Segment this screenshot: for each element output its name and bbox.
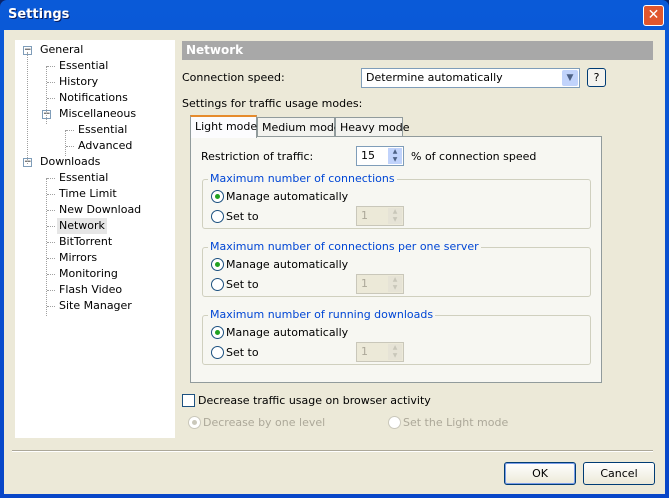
group-2: Maximum number of running downloads Mana…: [202, 308, 591, 365]
tree-item-bittorrent[interactable]: BitTorrent: [57, 234, 114, 250]
spin-down-icon[interactable]: ▼: [388, 284, 402, 292]
tree-connector: [47, 274, 55, 275]
tree-item-network[interactable]: Network: [57, 218, 107, 234]
group-title: Maximum number of connections: [208, 172, 397, 185]
set-to-spinner[interactable]: 1 ▲ ▼: [356, 274, 404, 294]
manage-automatically-label: Manage automatically: [226, 258, 349, 271]
set-to-radio[interactable]: [211, 278, 224, 291]
decrease-one-level-radio[interactable]: [188, 416, 201, 429]
tree-connector: [47, 242, 55, 243]
tree-connector: [47, 66, 55, 67]
window-title: Settings: [8, 7, 70, 22]
spin-up-icon[interactable]: ▲: [388, 148, 402, 156]
cancel-button[interactable]: Cancel: [583, 462, 655, 485]
restriction-value: 15: [361, 149, 375, 162]
modes-label: Settings for traffic usage modes:: [182, 97, 363, 110]
manage-automatically-radio[interactable]: [211, 326, 224, 339]
set-to-spinner[interactable]: 1 ▲ ▼: [356, 206, 404, 226]
tree-item-essential[interactable]: Essential: [76, 122, 129, 138]
tree-connector: [47, 306, 55, 307]
tree-connector: [27, 52, 28, 164]
settings-window: Settings ✕ General − Essential History Notif…: [0, 0, 669, 498]
help-button[interactable]: ?: [587, 68, 606, 87]
tab-light-mode[interactable]: Light mode: [190, 115, 257, 138]
manage-automatically-radio[interactable]: [211, 190, 224, 203]
tree-connector: [46, 178, 47, 316]
set-to-label: Set to: [226, 346, 259, 359]
spin-down-icon[interactable]: ▼: [388, 156, 402, 164]
tree-item-essential[interactable]: Essential: [57, 170, 110, 186]
decrease-one-level-label: Decrease by one level: [203, 416, 326, 429]
tree-connector: [47, 82, 55, 83]
settings-tree: General − Essential History Notifications Mis…: [15, 40, 175, 438]
tree-item-general[interactable]: General: [38, 42, 85, 58]
tab-panel-light-mode: Restriction of traffic: 15 ▲ ▼ % of conn…: [190, 136, 602, 383]
spin-up-icon[interactable]: ▲: [388, 208, 402, 216]
tab-medium-mode[interactable]: Medium mode: [257, 117, 341, 137]
tree-item-time-limit[interactable]: Time Limit: [57, 186, 119, 202]
set-to-value: 1: [361, 277, 368, 290]
tree-item-new-download[interactable]: New Download: [57, 202, 143, 218]
restriction-label: Restriction of traffic:: [201, 150, 314, 163]
set-to-radio[interactable]: [211, 210, 224, 223]
group-title: Maximum number of connections per one se…: [208, 240, 481, 253]
tree-connector: [47, 178, 55, 179]
connection-speed-label: Connection speed:: [182, 71, 285, 84]
group-1: Maximum number of connections per one se…: [202, 240, 591, 297]
tree-item-notifications[interactable]: Notifications: [57, 90, 130, 106]
ok-button[interactable]: OK: [504, 462, 576, 485]
tree-item-downloads[interactable]: Downloads: [38, 154, 102, 170]
dialog-body: General − Essential History Notifications Mis…: [4, 30, 665, 494]
browser-activity-checkbox[interactable]: [182, 394, 195, 407]
spin-down-icon[interactable]: ▼: [388, 216, 402, 224]
tree-item-monitoring[interactable]: Monitoring: [57, 266, 120, 282]
separator: [12, 450, 653, 452]
tab-heavy-mode[interactable]: Heavy mode: [335, 117, 410, 137]
tree-item-advanced[interactable]: Advanced: [76, 138, 134, 154]
tree-connector: [47, 290, 55, 291]
close-button[interactable]: ✕: [643, 5, 664, 26]
tree-item-site-manager[interactable]: Site Manager: [57, 298, 134, 314]
page-title: Network: [182, 41, 653, 60]
spin-up-icon[interactable]: ▲: [388, 344, 402, 352]
tree-item-flash-video[interactable]: Flash Video: [57, 282, 124, 298]
group-0: Maximum number of connections Manage aut…: [202, 172, 591, 229]
spin-up-icon[interactable]: ▲: [388, 276, 402, 284]
tree-connector: [47, 210, 55, 211]
set-to-value: 1: [361, 209, 368, 222]
tree-item-miscellaneous[interactable]: Miscellaneous: [57, 106, 138, 122]
tree-connector: [47, 258, 55, 259]
manage-automatically-radio[interactable]: [211, 258, 224, 271]
tree-item-essential[interactable]: Essential: [57, 58, 110, 74]
tree-item-history[interactable]: History: [57, 74, 100, 90]
tree-connector: [47, 194, 55, 195]
group-title: Maximum number of running downloads: [208, 308, 436, 321]
tree-connector: [66, 146, 74, 147]
tree-connector: [47, 226, 55, 227]
connection-speed-value: Determine automatically: [366, 71, 503, 84]
manage-automatically-label: Manage automatically: [226, 190, 349, 203]
set-light-mode-label: Set the Light mode: [403, 416, 509, 429]
restriction-suffix: % of connection speed: [411, 150, 537, 163]
connection-speed-select[interactable]: Determine automatically ▼: [361, 68, 580, 88]
chevron-down-icon[interactable]: ▼: [562, 70, 578, 86]
set-to-spinner[interactable]: 1 ▲ ▼: [356, 342, 404, 362]
restriction-spinner[interactable]: 15 ▲ ▼: [356, 146, 404, 166]
browser-activity-label: Decrease traffic usage on browser activi…: [198, 394, 431, 407]
spin-down-icon[interactable]: ▼: [388, 352, 402, 360]
set-to-label: Set to: [226, 210, 259, 223]
set-to-value: 1: [361, 345, 368, 358]
tree-connector: [66, 130, 74, 131]
tree-connector: [65, 130, 66, 156]
set-to-radio[interactable]: [211, 346, 224, 359]
tree-connector: [47, 98, 55, 99]
tree-connector: [46, 66, 47, 124]
set-light-mode-radio[interactable]: [388, 416, 401, 429]
manage-automatically-label: Manage automatically: [226, 326, 349, 339]
tree-item-mirrors[interactable]: Mirrors: [57, 250, 99, 266]
set-to-label: Set to: [226, 278, 259, 291]
